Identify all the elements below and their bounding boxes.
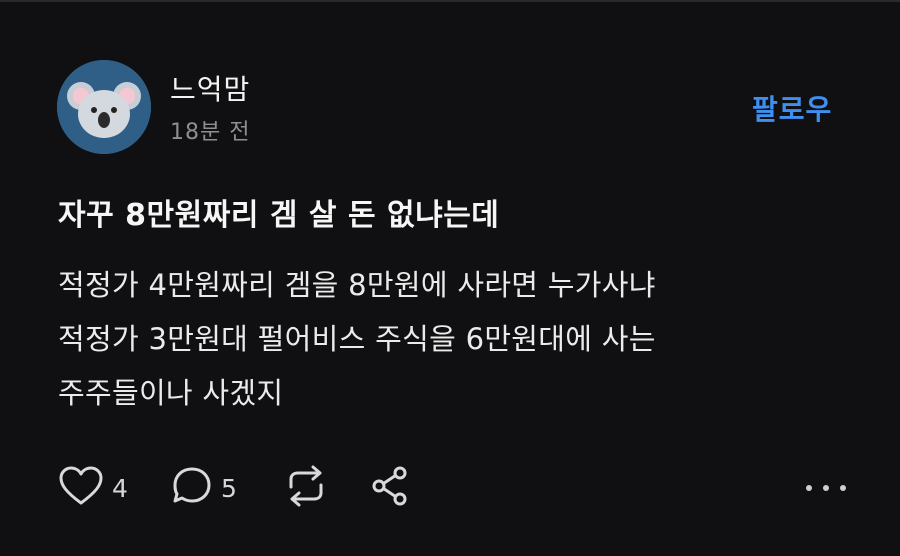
- dot: [823, 485, 829, 491]
- comment-button[interactable]: 5: [171, 465, 237, 511]
- body-line: 적정가 3만원대 펄어비스 주식을 6만원대에 사는: [58, 322, 656, 356]
- like-count: 4: [112, 473, 128, 503]
- like-button[interactable]: 4: [58, 465, 128, 511]
- heart-icon: [58, 466, 104, 510]
- post-timestamp: 18분 전: [170, 120, 251, 145]
- dot: [840, 485, 846, 491]
- repost-button[interactable]: [283, 465, 329, 511]
- body-line: 주주들이나 사겠지: [58, 376, 284, 410]
- share-button[interactable]: [370, 465, 410, 511]
- body-line: 적정가 4만원짜리 겜을 8만원에 사라면 누가사냐: [58, 268, 656, 302]
- share-icon: [370, 465, 410, 511]
- dot: [806, 485, 812, 491]
- action-bar: 4 5: [58, 465, 858, 511]
- comment-count: 5: [221, 473, 237, 503]
- post-title: 자꾸 8만원짜리 겜 살 돈 없냐는데: [58, 198, 500, 233]
- post-body: 적정가 4만원짜리 겜을 8만원에 사라면 누가사냐 적정가 3만원대 펄어비스…: [58, 258, 878, 420]
- comment-bubble-icon: [171, 465, 213, 511]
- author-name[interactable]: 느억맘: [170, 68, 250, 108]
- post-card: 느억맘 18분 전 팔로우 자꾸 8만원짜리 겜 살 돈 없냐는데 적정가 4만…: [0, 0, 900, 556]
- follow-button[interactable]: 팔로우: [752, 88, 832, 128]
- repost-icon: [283, 465, 329, 511]
- koala-avatar-icon[interactable]: [57, 60, 151, 154]
- more-dots-icon[interactable]: [806, 475, 846, 501]
